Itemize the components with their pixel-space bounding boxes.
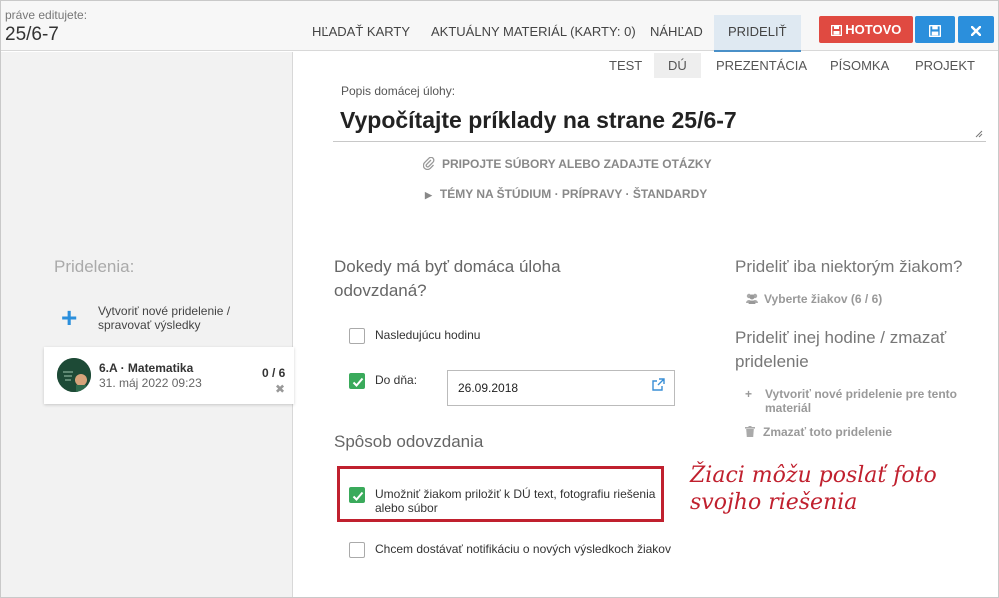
next-lesson-checkbox[interactable] xyxy=(349,328,365,344)
due-date-input[interactable]: 26.09.2018 xyxy=(447,370,675,406)
select-students-label: Vyberte žiakov (6 / 6) xyxy=(764,292,883,306)
submission-title: Spôsob odovzdania xyxy=(334,432,484,451)
delete-assignment-link[interactable]: Zmazať toto pridelenie xyxy=(745,425,892,439)
users-icon xyxy=(746,293,758,304)
until-date-checkbox[interactable] xyxy=(349,373,365,389)
highlight-box xyxy=(337,466,664,522)
plus-icon: + xyxy=(61,302,78,333)
class-card[interactable]: 6.A · Matematika 31. máj 2022 09:23 0 / … xyxy=(44,347,294,404)
new-assignment-label: Vytvoriť nové pridelenie / spravovať výs… xyxy=(98,304,231,332)
done-button[interactable]: HOTOVO xyxy=(819,16,913,43)
plus-icon: + xyxy=(745,387,753,401)
annotation-note: Žiaci môžu poslať foto svojho riešenia xyxy=(690,462,937,516)
due-date-value: 26.09.2018 xyxy=(458,381,519,395)
notify-label: Chcem dostávať notifikáciu o nových výsl… xyxy=(375,542,671,556)
avatar xyxy=(57,358,91,392)
tab-find-cards[interactable]: HĽADAŤ KARTY xyxy=(298,15,424,52)
result-count: 0 / 6 xyxy=(262,366,286,380)
notify-checkbox[interactable] xyxy=(349,542,365,558)
until-date-label: Do dňa: xyxy=(375,373,418,387)
topics-toggle[interactable]: ▶ TÉMY NA ŠTÚDIUM · PRÍPRAVY · ŠTANDARDY xyxy=(425,187,707,201)
save-button[interactable] xyxy=(915,16,955,43)
trash-icon xyxy=(745,426,755,437)
assignments-label: Pridelenia: xyxy=(54,257,135,276)
tab-assign[interactable]: PRIDELIŤ xyxy=(714,15,801,52)
check-icon xyxy=(352,377,364,387)
description-label: Popis domácej úlohy: xyxy=(341,84,456,98)
paperclip-icon xyxy=(422,156,435,171)
some-students-title: Prideliť iba niektorým žiakom? xyxy=(735,257,963,276)
class-date: 31. máj 2022 09:23 xyxy=(99,376,202,390)
create-new-assignment-link[interactable]: + Vytvoriť nové pridelenie pre tento mat… xyxy=(745,387,975,415)
close-icon xyxy=(970,25,982,36)
annotation-line-1: Žiaci môžu poslať foto xyxy=(690,463,937,488)
save-icon xyxy=(928,24,942,37)
remove-icon[interactable]: ✖ xyxy=(275,382,285,396)
tab-current-material[interactable]: AKTUÁLNY MATERIÁL (KARTY: 0) xyxy=(417,15,650,52)
done-button-label: HOTOVO xyxy=(845,22,902,37)
type-tab-exam[interactable]: PÍSOMKA xyxy=(816,53,903,78)
topics-label: TÉMY NA ŠTÚDIUM · PRÍPRAVY · ŠTANDARDY xyxy=(439,187,708,201)
description-underline xyxy=(333,141,986,142)
class-name: 6.A · Matematika xyxy=(99,361,194,375)
tab-preview[interactable]: NÁHĽAD xyxy=(636,15,717,52)
sidebar: Pridelenia: + Vytvoriť nové pridelenie /… xyxy=(1,52,294,597)
new-assignment-button[interactable]: + Vytvoriť nové pridelenie / spravovať v… xyxy=(61,304,261,338)
type-tab-homework[interactable]: DÚ xyxy=(654,53,701,78)
editing-title: 25/6-7 xyxy=(5,24,59,45)
attach-label: PRIPOJTE SÚBORY ALEBO ZADAJTE OTÁZKY xyxy=(442,157,712,171)
close-button[interactable] xyxy=(958,16,994,43)
annotation-line-2: svojho riešenia xyxy=(690,490,858,515)
other-lesson-title: Prideliť inej hodine / zmazať pridelenie xyxy=(735,328,947,371)
type-tab-test[interactable]: TEST xyxy=(595,53,656,78)
next-lesson-label: Nasledujúcu hodinu xyxy=(375,328,481,342)
description-input[interactable]: Vypočítajte príklady na strane 25/6-7 xyxy=(340,107,737,134)
type-tab-project[interactable]: PROJEKT xyxy=(901,53,989,78)
delete-label: Zmazať toto pridelenie xyxy=(763,425,893,439)
due-title: Dokedy má byť domáca úloha odovzdaná? xyxy=(334,257,561,300)
top-bar: práve editujete: 25/6-7 HĽADAŤ KARTY AKT… xyxy=(1,1,998,52)
create-new-label: Vytvoriť nové pridelenie pre tento mater… xyxy=(765,387,958,415)
resize-handle-icon[interactable] xyxy=(973,128,983,138)
external-link-icon[interactable] xyxy=(652,378,665,391)
save-icon xyxy=(830,24,842,37)
editing-label: práve editujete: xyxy=(5,8,88,22)
type-tab-presentation[interactable]: PREZENTÁCIA xyxy=(702,53,821,78)
attach-link[interactable]: PRIPOJTE SÚBORY ALEBO ZADAJTE OTÁZKY xyxy=(422,156,712,171)
caret-right-icon: ▶ xyxy=(425,190,432,200)
select-students-link[interactable]: Vyberte žiakov (6 / 6) xyxy=(745,292,882,306)
